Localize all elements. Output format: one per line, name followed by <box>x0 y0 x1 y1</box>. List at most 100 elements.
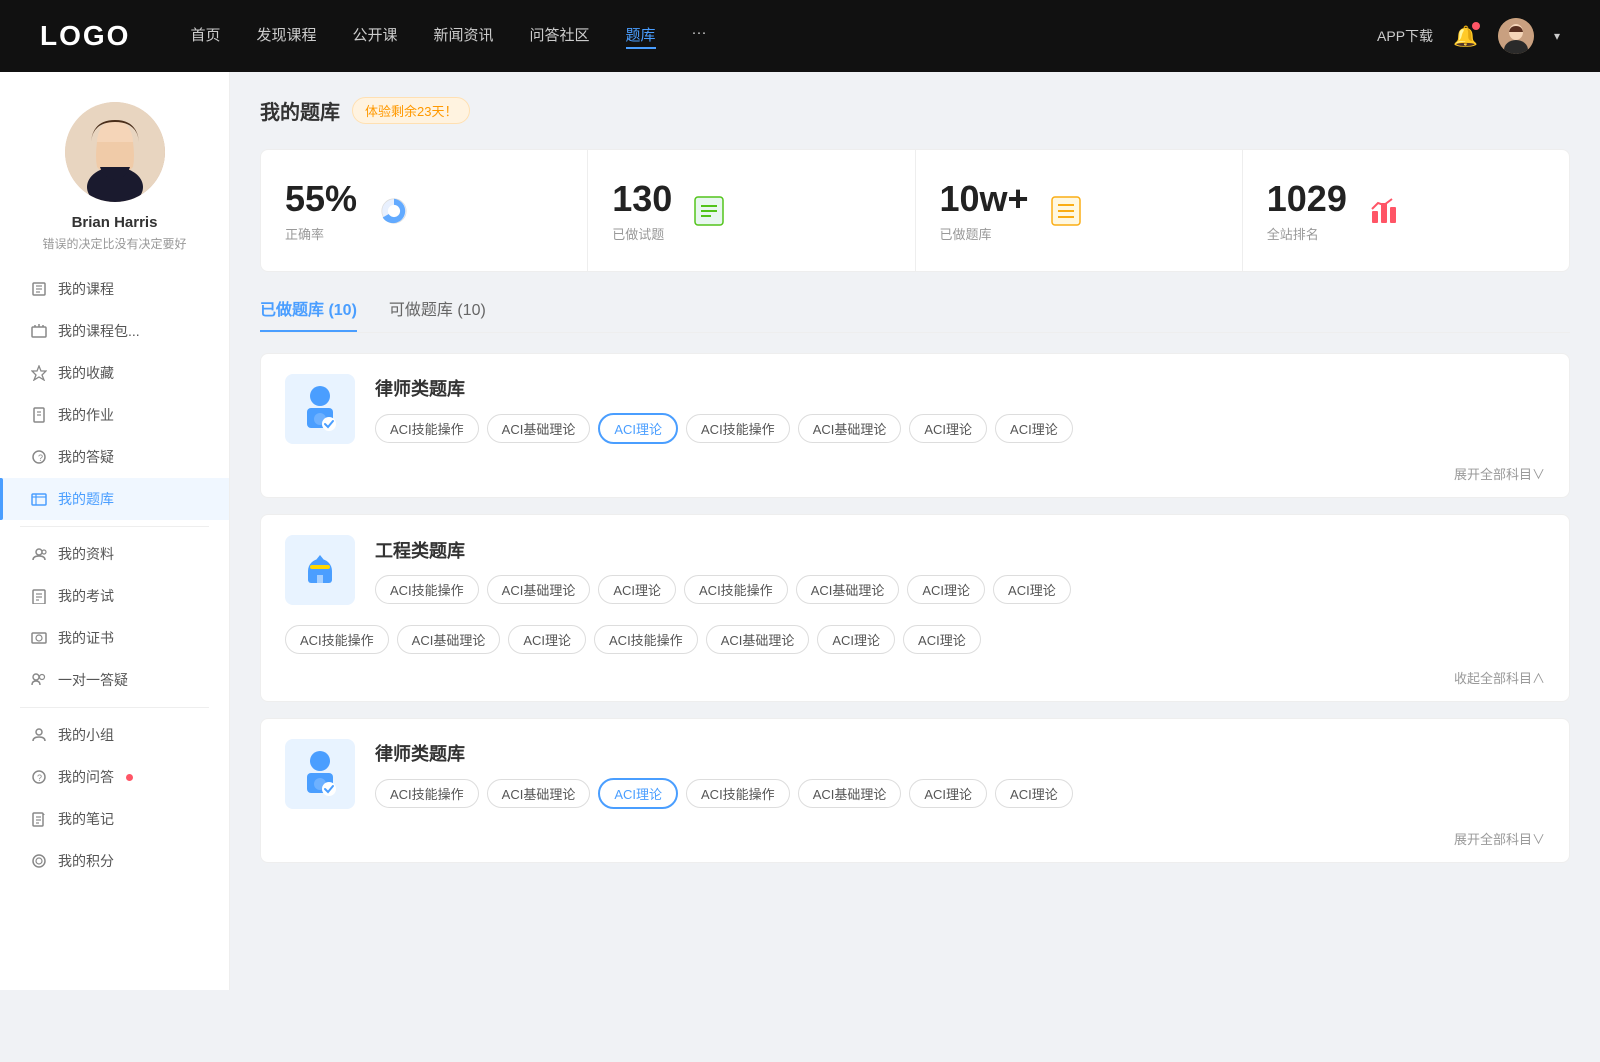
stat-done-banks-content: 10w+ 已做题库 <box>940 178 1029 243</box>
tag-0-0[interactable]: ACI技能操作 <box>375 414 479 443</box>
nav-bank[interactable]: 题库 <box>626 24 656 49</box>
stat-done-questions-content: 130 已做试题 <box>612 178 672 243</box>
tag-1-6[interactable]: ACI理论 <box>993 575 1071 604</box>
stat-accuracy-number: 55% <box>285 178 357 220</box>
tag-0-1[interactable]: ACI基础理论 <box>487 414 591 443</box>
tag-1-5[interactable]: ACI理论 <box>907 575 985 604</box>
sidebar-item-certificates[interactable]: 我的证书 <box>0 617 229 659</box>
nav-home[interactable]: 首页 <box>190 24 220 49</box>
card-title-2: 律师类题库 <box>375 740 1545 766</box>
card-footer-1: 收起全部科目∧ <box>261 668 1569 701</box>
sidebar-item-my-qa[interactable]: ? 我的问答 <box>0 756 229 798</box>
tag-1-0[interactable]: ACI技能操作 <box>375 575 479 604</box>
card-body-0: 律师类题库 ACI技能操作 ACI基础理论 ACI理论 ACI技能操作 ACI基… <box>375 375 1545 444</box>
tab-available-banks[interactable]: 可做题库 (10) <box>389 296 486 332</box>
tab-done-banks[interactable]: 已做题库 (10) <box>260 296 357 332</box>
courses-icon <box>30 280 48 298</box>
sidebar-item-1on1[interactable]: 一对一答疑 <box>0 659 229 701</box>
sidebar-item-notes-label: 我的笔记 <box>58 809 114 829</box>
exams-icon <box>30 587 48 605</box>
card-body-1: 工程类题库 ACI技能操作 ACI基础理论 ACI理论 ACI技能操作 ACI基… <box>375 537 1545 604</box>
tag-1-3[interactable]: ACI技能操作 <box>684 575 788 604</box>
tag-0-3[interactable]: ACI技能操作 <box>686 414 790 443</box>
stat-rank: 1029 全站排名 <box>1243 150 1569 271</box>
sidebar-item-course-pack[interactable]: 我的课程包... <box>0 310 229 352</box>
tag-2-6[interactable]: ACI理论 <box>903 625 981 654</box>
card-header-2: 律师类题库 ACI技能操作 ACI基础理论 ACI理论 ACI技能操作 ACI基… <box>261 719 1569 829</box>
expand-link-2[interactable]: 展开全部科目∨ <box>1454 829 1545 848</box>
tag-2-3[interactable]: ACI技能操作 <box>594 625 698 654</box>
tag-3-2[interactable]: ACI理论 <box>598 778 678 809</box>
sidebar-item-my-courses-label: 我的课程 <box>58 279 114 299</box>
sidebar-item-points[interactable]: 我的积分 <box>0 840 229 882</box>
card-icon-lawyer-2 <box>285 739 355 809</box>
tag-1-1[interactable]: ACI基础理论 <box>487 575 591 604</box>
sidebar-user-name: Brian Harris <box>72 214 158 231</box>
tag-3-4[interactable]: ACI基础理论 <box>798 779 902 808</box>
tag-2-4[interactable]: ACI基础理论 <box>706 625 810 654</box>
sidebar-item-materials[interactable]: 我的资料 <box>0 533 229 575</box>
page-title: 我的题库 <box>260 96 340 125</box>
user-avatar[interactable] <box>1498 18 1534 54</box>
app-download-link[interactable]: APP下载 <box>1377 26 1433 46</box>
sidebar-item-homework-label: 我的作业 <box>58 405 114 425</box>
nav-more[interactable]: ··· <box>692 24 707 49</box>
sidebar-item-question-bank[interactable]: 我的题库 <box>0 478 229 520</box>
tag-1-4[interactable]: ACI基础理论 <box>796 575 900 604</box>
tag-2-5[interactable]: ACI理论 <box>817 625 895 654</box>
tag-0-5[interactable]: ACI理论 <box>909 414 987 443</box>
certificate-icon <box>30 629 48 647</box>
main-layout: Brian Harris 错误的决定比没有决定要好 我的课程 我的课程包... <box>0 72 1600 990</box>
tag-0-2[interactable]: ACI理论 <box>598 413 678 444</box>
tag-3-6[interactable]: ACI理论 <box>995 779 1073 808</box>
nav-courses[interactable]: 发现课程 <box>256 24 316 49</box>
notification-bell[interactable]: 🔔 <box>1453 24 1478 49</box>
tag-0-4[interactable]: ACI基础理论 <box>798 414 902 443</box>
tag-3-1[interactable]: ACI基础理论 <box>487 779 591 808</box>
qa-icon: ? <box>30 768 48 786</box>
nav-qa[interactable]: 问答社区 <box>530 24 590 49</box>
sidebar-item-my-qa-label: 我的问答 <box>58 767 114 787</box>
tag-1-2[interactable]: ACI理论 <box>598 575 676 604</box>
sidebar-item-notes[interactable]: 我的笔记 <box>0 798 229 840</box>
expand-link-0[interactable]: 展开全部科目∨ <box>1454 464 1545 483</box>
sidebar-item-homework[interactable]: 我的作业 <box>0 394 229 436</box>
card-footer-0: 展开全部科目∨ <box>261 464 1569 497</box>
sidebar-item-questions[interactable]: ? 我的答疑 <box>0 436 229 478</box>
user-menu-chevron[interactable]: ▾ <box>1554 29 1560 43</box>
expand-link-1[interactable]: 收起全部科目∧ <box>1454 668 1545 687</box>
tag-2-1[interactable]: ACI基础理论 <box>397 625 501 654</box>
sidebar-item-my-courses[interactable]: 我的课程 <box>0 268 229 310</box>
tag-0-6[interactable]: ACI理论 <box>995 414 1073 443</box>
sidebar-item-materials-label: 我的资料 <box>58 544 114 564</box>
trial-badge: 体验剩余23天！ <box>352 97 470 124</box>
sidebar-item-favorites-label: 我的收藏 <box>58 363 114 383</box>
main-nav: 首页 发现课程 公开课 新闻资讯 问答社区 题库 ··· <box>190 24 1377 49</box>
tag-2-0[interactable]: ACI技能操作 <box>285 625 389 654</box>
sidebar-item-course-pack-label: 我的课程包... <box>58 321 140 341</box>
star-icon <box>30 364 48 382</box>
stat-done-questions: 130 已做试题 <box>588 150 915 271</box>
tag-3-3[interactable]: ACI技能操作 <box>686 779 790 808</box>
logo[interactable]: LOGO <box>40 20 130 52</box>
sidebar-item-exams[interactable]: 我的考试 <box>0 575 229 617</box>
stat-rank-number: 1029 <box>1267 178 1347 220</box>
sidebar-item-favorites[interactable]: 我的收藏 <box>0 352 229 394</box>
card-title-1: 工程类题库 <box>375 537 1545 563</box>
header: LOGO 首页 发现课程 公开课 新闻资讯 问答社区 题库 ··· APP下载 … <box>0 0 1600 72</box>
card-tags-row2: ACI技能操作 ACI基础理论 ACI理论 ACI技能操作 ACI基础理论 AC… <box>285 625 1545 654</box>
stat-rank-content: 1029 全站排名 <box>1267 178 1347 243</box>
tag-2-2[interactable]: ACI理论 <box>508 625 586 654</box>
card-icon-lawyer-0 <box>285 374 355 444</box>
sidebar-item-points-label: 我的积分 <box>58 851 114 871</box>
sidebar-item-groups[interactable]: 我的小组 <box>0 714 229 756</box>
stat-done-banks: 10w+ 已做题库 <box>916 150 1243 271</box>
banks-list-icon <box>1045 190 1087 232</box>
nav-news[interactable]: 新闻资讯 <box>434 24 494 49</box>
question-card-0: 律师类题库 ACI技能操作 ACI基础理论 ACI理论 ACI技能操作 ACI基… <box>260 353 1570 498</box>
sidebar-item-questions-label: 我的答疑 <box>58 447 114 467</box>
tag-3-0[interactable]: ACI技能操作 <box>375 779 479 808</box>
nav-open[interactable]: 公开课 <box>352 24 397 49</box>
tag-3-5[interactable]: ACI理论 <box>909 779 987 808</box>
sidebar-divider-2 <box>20 707 209 708</box>
